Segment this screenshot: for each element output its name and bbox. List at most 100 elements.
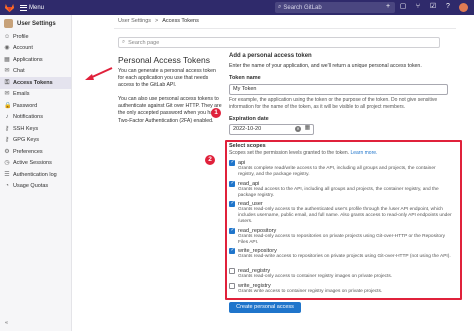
sidebar-item-account[interactable]: ◉ Account [0, 43, 71, 55]
global-search-input[interactable]: ⌕ Search GitLab [275, 2, 395, 13]
expiration-date-label: Expiration date [229, 116, 269, 122]
plus-icon[interactable]: + [384, 3, 392, 11]
sidebar-item-password[interactable]: 🔒 Password [0, 100, 71, 112]
scope-checkbox[interactable] [229, 180, 235, 187]
sidebar-header: User Settings [0, 15, 71, 31]
scopes-title: Select scopes [229, 143, 266, 149]
scope-checkbox[interactable] [229, 227, 235, 234]
search-icon: ⌕ [122, 39, 126, 45]
bell-icon: ♪ [5, 114, 9, 121]
sidebar-item-label: Active Sessions [13, 160, 52, 167]
account-icon: ◉ [4, 45, 10, 52]
scope-checkbox[interactable] [229, 283, 235, 289]
sidebar-item-label: GPG Keys [13, 137, 39, 144]
callout-badge-1: 1 [211, 108, 221, 118]
sidebar-item-emails[interactable]: ✉ Emails [0, 89, 71, 101]
sidebar-item-label: Account [13, 45, 33, 52]
sidebar-title: User Settings [17, 20, 56, 27]
sidebar-item-label: SSH Keys [13, 125, 39, 132]
scope-description: Grants read-only access to container reg… [238, 274, 393, 279]
expiration-date-field[interactable]: 2022-10-20 [229, 124, 314, 135]
sidebar-item-label: Authentication log [13, 171, 57, 178]
scope-checkbox[interactable] [229, 159, 235, 166]
token-icon: ⚿ [4, 79, 10, 86]
collapse-icon: « [5, 320, 9, 326]
intro-paragraph-2: You can also use personal access tokens … [118, 96, 222, 124]
sidebar-item-notifications[interactable]: ♪ Notifications [0, 112, 71, 124]
search-icon: ⌕ [278, 4, 282, 10]
scope-checkbox[interactable] [229, 200, 235, 207]
global-search-placeholder: Search GitLab [283, 4, 322, 11]
gpg-key-icon: ⚷ [4, 137, 10, 144]
user-avatar[interactable] [459, 3, 468, 12]
scope-checkbox[interactable] [229, 268, 235, 274]
sidebar-item-label: Chat [13, 68, 25, 75]
clear-date-icon[interactable]: ✕ [295, 126, 301, 132]
sidebar-item-ssh-keys[interactable]: ⚷ SSH Keys [0, 123, 71, 135]
sidebar-item-gpg-keys[interactable]: ⚷ GPG Keys [0, 135, 71, 147]
user-icon: ☺ [4, 33, 11, 40]
sidebar-item-label: Preferences [13, 148, 43, 155]
scope-description: Grants read-write access to repositories… [238, 254, 451, 259]
menu-button[interactable]: Menu [20, 2, 44, 13]
todo-icon[interactable]: ☑ [429, 3, 437, 11]
scope-checkbox[interactable] [229, 247, 235, 254]
breadcrumb-current[interactable]: Access Tokens [162, 18, 199, 24]
create-token-button[interactable]: Create personal access token [229, 302, 301, 321]
callout-badge-2: 2 [205, 155, 215, 165]
scopes-subtitle: Scopes set the permission levels granted… [229, 150, 377, 156]
sidebar-item-preferences[interactable]: ⚙ Preferences [0, 146, 71, 158]
sidebar-item-chat[interactable]: ✉ Chat [0, 66, 71, 78]
merge-request-icon[interactable]: ⑂ [414, 3, 422, 11]
breadcrumb-separator: > [155, 18, 159, 24]
token-name-help: For example, the application using the t… [229, 97, 438, 110]
search-page-input[interactable]: ⌕ Search page [118, 37, 440, 48]
learn-more-link[interactable]: Learn more. [350, 150, 377, 156]
mail-icon: ✉ [4, 91, 10, 98]
form-heading: Add a personal access token [229, 53, 312, 59]
sidebar-item-label: Password [13, 102, 38, 109]
gitlab-logo-icon[interactable] [4, 2, 15, 13]
issues-icon[interactable]: ▢ [399, 3, 407, 11]
sidebar-item-active-sessions[interactable]: ◷ Active Sessions [0, 158, 71, 170]
key-icon: ⚷ [4, 125, 10, 132]
applications-icon: ▦ [4, 56, 10, 63]
scope-description: Grants write access to container registr… [238, 289, 383, 294]
sidebar-item-label: Usage Quotas [13, 183, 49, 190]
breadcrumb: User Settings > Access Tokens [118, 18, 199, 24]
scopes-subtitle-text: Scopes set the permission levels granted… [229, 150, 350, 156]
token-name-label: Token name [229, 75, 261, 81]
scope-description: Grants complete read/write access to the… [238, 166, 436, 177]
lock-icon: 🔒 [4, 102, 12, 109]
search-page-placeholder: Search page [128, 39, 160, 46]
sessions-icon: ◷ [4, 160, 10, 167]
token-name-field[interactable]: My Token [229, 84, 448, 95]
collapse-sidebar-button[interactable]: « [5, 320, 8, 326]
menu-label: Menu [29, 4, 45, 11]
sidebar-avatar [4, 19, 13, 28]
sidebar-list: ☺ Profile ◉ Account ▦ Applications ✉ Chat ⚿ Acces… [0, 31, 71, 192]
log-icon: ☰ [4, 171, 10, 178]
sidebar-item-label: Applications [13, 56, 43, 63]
annotation-arrow [85, 67, 113, 80]
page-title: Personal Access Tokens [118, 55, 210, 65]
sidebar-item-profile[interactable]: ☺ Profile [0, 31, 71, 43]
breadcrumb-parent[interactable]: User Settings [118, 18, 151, 24]
sidebar-item-label: Profile [13, 33, 29, 40]
top-navbar: Menu ⌕ Search GitLab + ▢ ⑂ ☑ ? [0, 0, 474, 15]
scope-description: Grants read-only access to repositories … [238, 234, 446, 245]
sidebar-item-label: Access Tokens [13, 79, 53, 86]
form-subheading: Enter the name of your application, and … [229, 63, 422, 69]
help-icon[interactable]: ? [444, 3, 452, 11]
intro-paragraph-1: You can generate a personal access token… [118, 68, 216, 89]
sidebar: User Settings ☺ Profile ◉ Account ▦ Applicati… [0, 15, 72, 331]
chat-icon: ✉ [4, 68, 10, 75]
calendar-icon[interactable]: ▦ [304, 125, 311, 132]
sidebar-item-access-tokens[interactable]: ⚿ Access Tokens [0, 77, 71, 89]
top-icons: + ▢ ⑂ ☑ ? [384, 3, 468, 12]
sidebar-item-usage-quotas[interactable]: ◔ Usage Quotas [0, 181, 71, 193]
sidebar-item-applications[interactable]: ▦ Applications [0, 54, 71, 66]
sidebar-item-authentication-log[interactable]: ☰ Authentication log [0, 169, 71, 181]
preferences-icon: ⚙ [4, 148, 10, 155]
scope-description: Grants read-only access to the authentic… [238, 207, 452, 224]
